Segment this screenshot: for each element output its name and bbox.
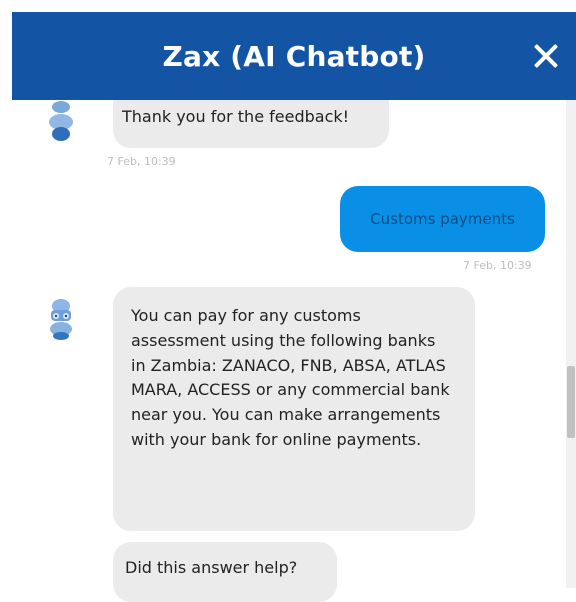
chat-header: Zax (AI Chatbot)	[12, 12, 576, 100]
message-text: Customs payments	[370, 210, 515, 228]
robot-avatar-icon	[50, 299, 72, 340]
message-timestamp: 7 Feb, 10:39	[463, 259, 532, 272]
window-top-margin	[0, 0, 576, 12]
scrollbar[interactable]	[566, 100, 576, 588]
message-text: Did this answer help?	[125, 558, 298, 577]
message-text: Thank you for the feedback!	[122, 107, 350, 126]
message-text: You can pay for any customs assessment u…	[131, 306, 450, 449]
scrollbar-thumb[interactable]	[567, 366, 575, 438]
user-message-bubble: Customs payments	[340, 186, 545, 252]
close-icon[interactable]	[528, 38, 564, 74]
chat-title: Zax (AI Chatbot)	[162, 39, 426, 73]
bot-message-bubble: You can pay for any customs assessment u…	[113, 287, 475, 531]
bot-message-bubble: Thank you for the feedback!	[113, 100, 389, 148]
robot-avatar-icon	[49, 101, 73, 141]
feedback-question-bubble: Did this answer help?	[113, 542, 337, 602]
message-timestamp: 7 Feb, 10:39	[107, 155, 176, 168]
